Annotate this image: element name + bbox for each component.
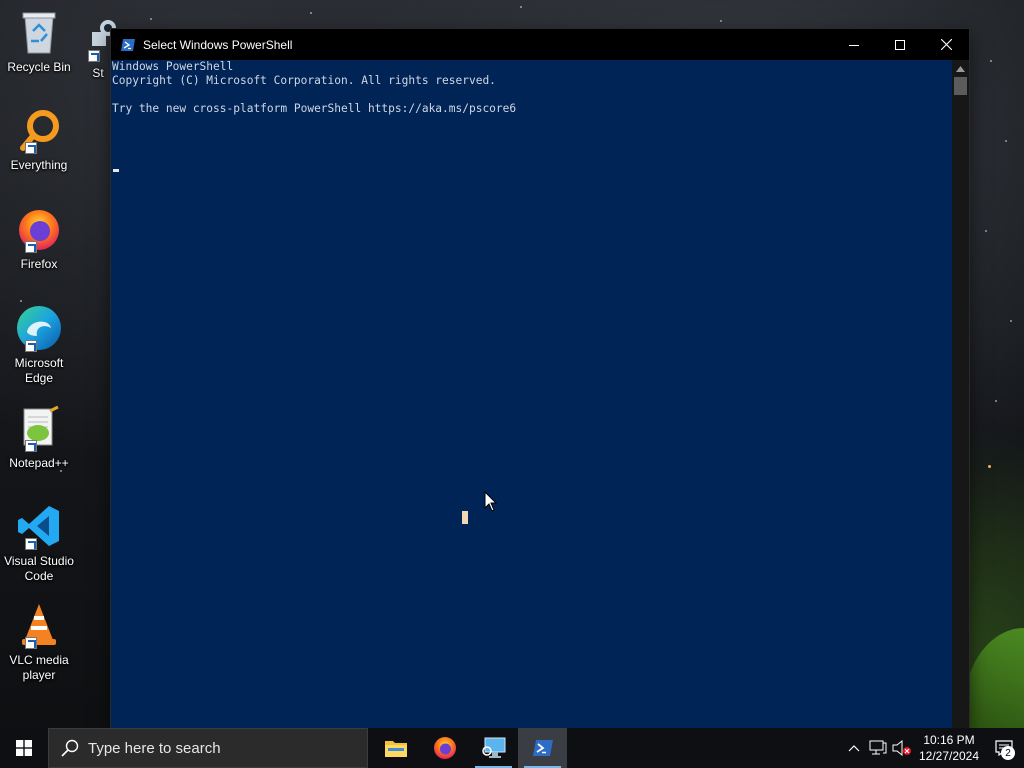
notification-count-badge: 2 <box>1001 746 1015 760</box>
desktop-icon-label: Visual Studio Code <box>4 554 74 583</box>
minimize-icon <box>849 44 859 46</box>
powershell-icon <box>532 740 553 756</box>
remote-desktop-icon <box>481 737 505 758</box>
everything-search-icon <box>15 106 63 154</box>
volume-button[interactable] <box>890 728 914 768</box>
arrow-up-icon <box>956 65 965 72</box>
clock-date: 12/27/2024 <box>918 749 980 763</box>
close-button[interactable] <box>923 29 969 60</box>
desktop-icon-vscode[interactable]: Visual Studio Code <box>0 502 78 584</box>
console-line: Try the new cross-platform PowerShell ht… <box>112 102 517 115</box>
text-cursor <box>113 169 119 172</box>
desktop-icon-label: Firefox <box>20 257 58 271</box>
console-line: Windows PowerShell <box>112 60 234 73</box>
desktop-icon-label: Notepad++ <box>9 456 69 470</box>
taskbar: 10:16 PM 12/27/2024 2 <box>0 728 1024 768</box>
desktop-icon-edge[interactable]: Microsoft Edge <box>0 304 78 386</box>
firefox-icon <box>15 205 63 253</box>
powershell-window[interactable]: Select Windows PowerShell Windows PowerS… <box>111 29 969 728</box>
desktop-icon-firefox[interactable]: Firefox <box>0 205 78 272</box>
wallpaper-hill <box>964 628 1024 728</box>
minimize-button[interactable] <box>831 29 877 60</box>
recycle-bin-icon <box>15 8 63 56</box>
search-input[interactable] <box>88 739 338 757</box>
windows-logo-icon <box>16 740 32 756</box>
volume-muted-icon <box>892 740 911 756</box>
edge-icon <box>15 304 63 352</box>
scrollbar-thumb[interactable] <box>954 77 967 95</box>
desktop-icon-notepadpp[interactable]: Notepad++ <box>0 404 78 471</box>
window-title: Select Windows PowerShell <box>143 37 293 52</box>
maximize-icon <box>895 39 905 50</box>
taskbar-app-remote-desktop[interactable] <box>469 728 518 768</box>
system-tray: 10:16 PM 12/27/2024 2 <box>842 728 1024 768</box>
desktop-icon-label: St <box>92 66 104 80</box>
search-icon <box>61 739 79 757</box>
powershell-icon <box>121 38 135 51</box>
console-line: Copyright (C) Microsoft Corporation. All… <box>112 74 496 87</box>
taskbar-search-box[interactable] <box>48 728 368 768</box>
chevron-up-icon <box>848 745 860 752</box>
title-bar[interactable]: Select Windows PowerShell <box>111 29 969 60</box>
notepadpp-icon <box>15 404 63 452</box>
taskbar-app-file-explorer[interactable] <box>371 728 420 768</box>
desktop-icon-label: Everything <box>10 158 68 172</box>
desktop-icon-label: Microsoft Edge <box>14 356 64 385</box>
console-output[interactable]: Windows PowerShell Copyright (C) Microso… <box>111 60 952 728</box>
desktop-icon-vlc[interactable]: VLC media player <box>0 601 78 683</box>
clock-time: 10:16 PM <box>923 733 975 747</box>
vlc-icon <box>15 601 63 649</box>
firefox-icon <box>433 737 456 759</box>
mouse-pointer-icon <box>484 491 498 512</box>
network-button[interactable] <box>866 728 890 768</box>
network-icon <box>869 740 887 755</box>
start-button[interactable] <box>0 728 48 768</box>
taskbar-app-powershell[interactable] <box>518 728 567 768</box>
clock[interactable]: 10:16 PM 12/27/2024 <box>914 732 984 764</box>
show-hidden-icons-button[interactable] <box>842 728 866 768</box>
desktop-icon-recycle-bin[interactable]: Recycle Bin <box>0 8 78 75</box>
wallpaper-light <box>988 465 991 468</box>
desktop-icon-label: Recycle Bin <box>7 60 71 74</box>
maximize-button[interactable] <box>877 29 923 60</box>
scroll-up-button[interactable] <box>952 60 969 77</box>
vscode-icon <box>15 502 63 550</box>
desktop-icon-label: VLC media player <box>9 653 69 682</box>
vertical-scrollbar[interactable] <box>952 60 969 728</box>
close-icon <box>940 39 952 50</box>
selection-cursor <box>462 511 468 524</box>
taskbar-app-firefox[interactable] <box>420 728 469 768</box>
file-explorer-icon <box>384 741 407 757</box>
desktop-icon-everything[interactable]: Everything <box>0 106 78 173</box>
action-center-button[interactable]: 2 <box>984 728 1024 768</box>
